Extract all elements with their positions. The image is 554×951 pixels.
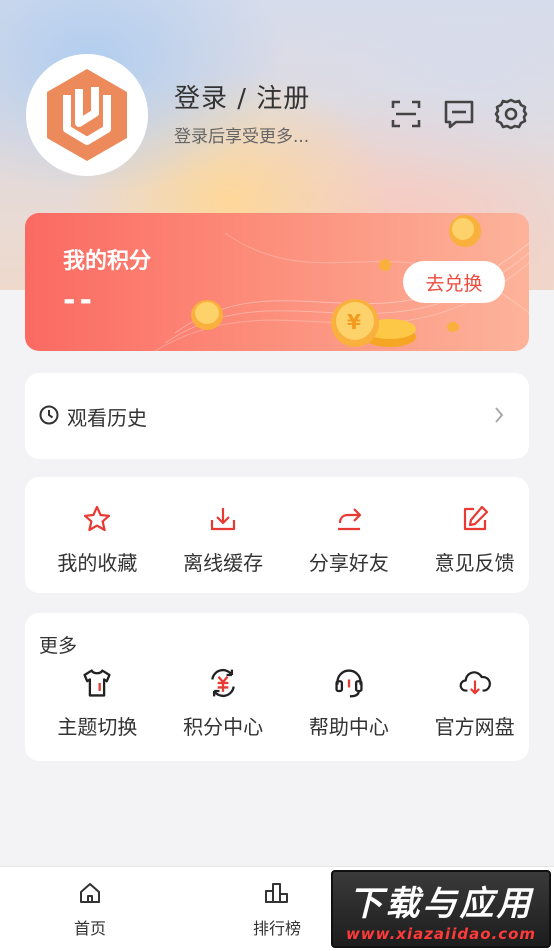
help-center-button[interactable]: 帮助中心 bbox=[295, 667, 404, 740]
more-title: 更多 bbox=[39, 635, 78, 657]
tshirt-icon bbox=[81, 667, 113, 699]
headset-icon bbox=[333, 667, 365, 699]
points-card[interactable]: ¥ 我的积分 -- 去兑换 bbox=[25, 213, 529, 351]
scan-icon[interactable] bbox=[388, 96, 424, 132]
points-value: -- bbox=[63, 283, 96, 318]
app-logo-icon bbox=[47, 69, 127, 161]
help-center-label: 帮助中心 bbox=[308, 715, 389, 739]
tab-ranking-label: 排行榜 bbox=[252, 919, 301, 938]
svg-text:¥: ¥ bbox=[347, 310, 361, 334]
watermark-logo: 下载与应用 www.xiazaiidao.com bbox=[331, 870, 551, 948]
chevron-right-icon bbox=[493, 405, 505, 429]
points-center-button[interactable]: 积分中心 bbox=[169, 667, 278, 740]
watch-history-row[interactable]: 观看历史 bbox=[25, 373, 529, 459]
redeem-button[interactable]: 去兑换 bbox=[403, 261, 505, 303]
watch-history-label: 观看历史 bbox=[67, 406, 147, 430]
message-icon[interactable] bbox=[441, 96, 477, 132]
points-center-label: 积分中心 bbox=[183, 715, 264, 739]
official-netdisk-button[interactable]: 官方网盘 bbox=[420, 667, 529, 740]
quick-actions-card: 我的收藏 离线缓存 分享好友 意见反馈 bbox=[25, 477, 529, 593]
offline-cache-button[interactable]: 离线缓存 bbox=[169, 503, 278, 576]
feedback-button[interactable]: 意见反馈 bbox=[420, 503, 529, 576]
points-title: 我的积分 bbox=[63, 249, 152, 274]
theme-switch-button[interactable]: 主题切换 bbox=[43, 667, 152, 740]
home-icon bbox=[78, 881, 102, 909]
chart-icon bbox=[264, 881, 290, 909]
yuan-exchange-icon bbox=[207, 667, 239, 699]
clock-icon bbox=[39, 405, 59, 429]
share-icon bbox=[333, 503, 365, 535]
login-subtitle: 登录后享受更多... bbox=[174, 127, 310, 147]
theme-switch-label: 主题切换 bbox=[57, 715, 138, 739]
cloud-download-icon bbox=[459, 667, 491, 699]
more-card: 更多 主题切换 积分中心 帮助中心 官方网盘 bbox=[25, 613, 529, 761]
official-netdisk-label: 官方网盘 bbox=[434, 715, 515, 739]
star-icon bbox=[81, 503, 113, 535]
tab-ranking[interactable]: 排行榜 bbox=[237, 881, 317, 939]
avatar[interactable] bbox=[26, 54, 148, 176]
watermark-title: 下载与应用 bbox=[348, 883, 534, 924]
edit-icon bbox=[459, 503, 491, 535]
download-icon bbox=[207, 503, 239, 535]
share-friends-button[interactable]: 分享好友 bbox=[295, 503, 404, 576]
favorites-button[interactable]: 我的收藏 bbox=[43, 503, 152, 576]
settings-icon[interactable] bbox=[493, 96, 529, 132]
tab-home-label: 首页 bbox=[73, 919, 106, 938]
watermark-url: www.xiazaiidao.com bbox=[345, 924, 537, 943]
feedback-label: 意见反馈 bbox=[434, 551, 515, 575]
offline-cache-label: 离线缓存 bbox=[183, 551, 264, 575]
share-friends-label: 分享好友 bbox=[308, 551, 389, 575]
tab-home[interactable]: 首页 bbox=[50, 881, 130, 939]
favorites-label: 我的收藏 bbox=[57, 551, 138, 575]
login-register-link[interactable]: 登录 / 注册 bbox=[174, 78, 310, 115]
